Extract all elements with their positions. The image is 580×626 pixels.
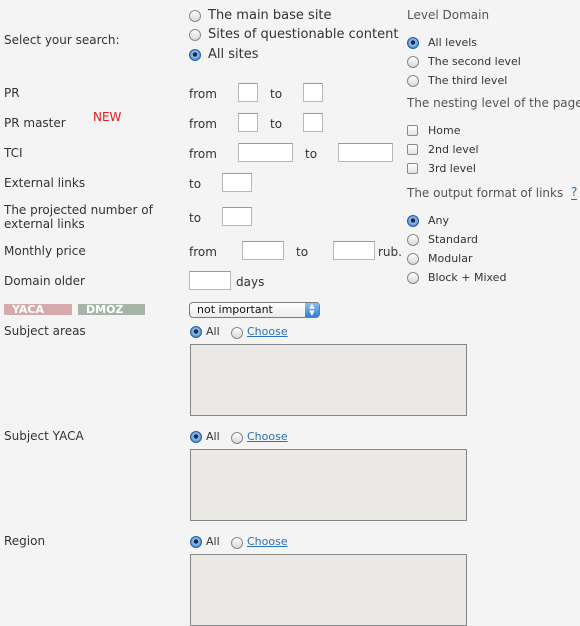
level-all-label: All levels xyxy=(428,36,478,49)
price-to-input[interactable] xyxy=(333,241,375,260)
search-questionable-radio[interactable] xyxy=(189,29,201,41)
format-standard-radio[interactable] xyxy=(407,234,419,246)
nesting-heading: The nesting level of the page xyxy=(407,96,580,110)
search-type-label: Select your search: xyxy=(4,33,120,47)
projected-links-to-label: to xyxy=(189,211,202,225)
level-second-radio[interactable] xyxy=(407,56,419,68)
format-any-radio[interactable] xyxy=(407,215,419,227)
price-unit-label: rub. xyxy=(378,245,402,259)
search-main-base-label: The main base site xyxy=(208,8,332,23)
nesting-home-label: Home xyxy=(428,124,461,137)
select-arrows-icon: ▲ ▼ xyxy=(305,303,319,317)
domain-older-unit: days xyxy=(236,275,265,289)
search-all-sites-radio[interactable] xyxy=(189,49,201,61)
pr-to-label: to xyxy=(270,87,283,101)
region-label: Region xyxy=(4,534,46,548)
search-questionable-label: Sites of questionable content xyxy=(208,27,399,42)
subject-yaca-all-label: All xyxy=(206,430,220,443)
nesting-3rd-label: 3rd level xyxy=(428,162,476,175)
format-modular-label: Modular xyxy=(428,252,473,265)
tci-from-label: from xyxy=(189,147,217,161)
nesting-home-checkbox[interactable] xyxy=(407,125,418,136)
catalog-select-value: not important xyxy=(197,303,273,316)
level-third-radio[interactable] xyxy=(407,75,419,87)
nesting-2nd-label: 2nd level xyxy=(428,143,479,156)
pr-to-input[interactable] xyxy=(303,83,323,102)
price-from-label: from xyxy=(189,245,217,259)
domain-older-label: Domain older xyxy=(4,274,85,288)
pr-master-label: PR master xyxy=(4,116,66,130)
region-all-label: All xyxy=(206,535,220,548)
output-format-heading: The output format of links xyxy=(407,186,564,200)
price-to-label: to xyxy=(296,245,309,259)
monthly-price-label: Monthly price xyxy=(4,244,86,258)
tci-to-label: to xyxy=(305,147,318,161)
price-from-input[interactable] xyxy=(242,241,284,260)
level-second-label: The second level xyxy=(428,55,521,68)
external-links-input[interactable] xyxy=(222,173,252,192)
format-block-mixed-radio[interactable] xyxy=(407,272,419,284)
subject-yaca-box xyxy=(190,449,467,521)
projected-links-input[interactable] xyxy=(222,207,252,226)
catalog-select[interactable]: not important ▲ ▼ xyxy=(189,302,320,318)
external-links-to-label: to xyxy=(189,177,202,191)
region-box xyxy=(190,554,467,626)
subject-areas-all-label: All xyxy=(206,325,220,338)
subject-areas-choose-link[interactable]: Choose xyxy=(247,325,288,338)
format-block-mixed-label: Block + Mixed xyxy=(428,271,507,284)
tci-from-input[interactable] xyxy=(238,143,293,162)
tci-label: TCI xyxy=(4,146,23,160)
pr-label: PR xyxy=(4,86,20,100)
search-main-base-radio[interactable] xyxy=(189,10,201,22)
domain-older-input[interactable] xyxy=(189,271,231,290)
tci-to-input[interactable] xyxy=(338,143,393,162)
subject-yaca-label: Subject YACA xyxy=(4,429,84,443)
subject-areas-all-radio[interactable] xyxy=(190,326,202,338)
region-all-radio[interactable] xyxy=(190,536,202,548)
pr-master-to-input[interactable] xyxy=(303,113,323,132)
format-modular-radio[interactable] xyxy=(407,253,419,265)
region-choose-radio[interactable] xyxy=(231,537,243,549)
subject-yaca-choose-link[interactable]: Choose xyxy=(247,430,288,443)
nesting-2nd-checkbox[interactable] xyxy=(407,144,418,155)
level-third-label: The third level xyxy=(428,74,508,87)
level-domain-heading: Level Domain xyxy=(407,8,490,22)
output-format-help-icon[interactable]: ? xyxy=(571,186,578,200)
projected-links-label-line1: The projected number of xyxy=(4,203,153,217)
level-all-radio[interactable] xyxy=(407,37,419,49)
format-any-label: Any xyxy=(428,214,450,227)
pr-from-input[interactable] xyxy=(238,83,258,102)
subject-areas-choose-radio[interactable] xyxy=(231,327,243,339)
pr-master-from-input[interactable] xyxy=(238,113,258,132)
subject-areas-label: Subject areas xyxy=(4,324,86,338)
search-all-sites-label: All sites xyxy=(208,47,259,62)
dmoz-badge[interactable]: DMOZ xyxy=(78,304,145,315)
yaca-badge[interactable]: YACA xyxy=(4,304,72,315)
format-standard-label: Standard xyxy=(428,233,479,246)
subject-yaca-all-radio[interactable] xyxy=(190,431,202,443)
pr-master-from-label: from xyxy=(189,117,217,131)
subject-yaca-choose-radio[interactable] xyxy=(231,432,243,444)
pr-from-label: from xyxy=(189,87,217,101)
projected-links-label-line2: external links xyxy=(4,217,85,231)
external-links-label: External links xyxy=(4,176,86,190)
region-choose-link[interactable]: Choose xyxy=(247,535,288,548)
nesting-3rd-checkbox[interactable] xyxy=(407,163,418,174)
subject-areas-box xyxy=(190,344,467,416)
pr-master-to-label: to xyxy=(270,117,283,131)
new-badge: NEW xyxy=(93,110,122,124)
